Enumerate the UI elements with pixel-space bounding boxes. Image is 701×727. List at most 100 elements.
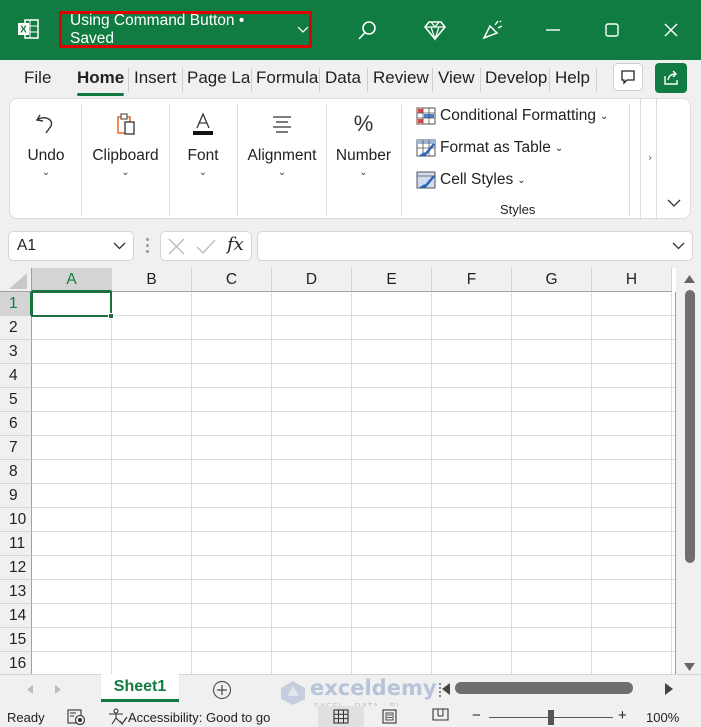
chevron-right-icon[interactable]: › [648,151,652,164]
scroll-down-icon[interactable] [684,663,695,671]
collapse-ribbon-icon[interactable] [667,199,681,208]
zoom-slider-thumb[interactable] [548,710,554,725]
row-header-12[interactable]: 12 [0,556,32,580]
row-gridline [32,507,676,508]
row-header-8[interactable]: 8 [0,460,32,484]
scroll-up-icon[interactable] [684,275,695,283]
share-icon [664,70,678,85]
scroll-right-icon[interactable] [665,683,673,695]
tab-review[interactable]: Review [373,68,429,88]
tab-view[interactable]: View [438,68,475,88]
number-group-button[interactable]: % Number ⌄ [326,99,401,220]
row-header-5[interactable]: 5 [0,388,32,412]
prev-sheet-icon[interactable] [27,685,33,694]
tab-help[interactable]: Help [555,68,590,88]
zoom-out-button[interactable]: − [472,707,481,724]
row-header-14[interactable]: 14 [0,604,32,628]
tab-separator [432,68,433,92]
tab-formulas[interactable]: Formula [256,68,319,88]
chevron-down-icon[interactable] [113,242,126,250]
row-header-7[interactable]: 7 [0,436,32,460]
macro-recorder-icon[interactable] [67,709,86,725]
row-header-1[interactable]: 1 [0,292,32,316]
conditional-formatting-button[interactable]: Conditional Formatting ⌄ [416,107,608,125]
tab-splitter[interactable] [439,683,441,697]
zoom-in-button[interactable]: + [618,707,627,724]
maximize-icon[interactable] [600,18,624,42]
row-header-2[interactable]: 2 [0,316,32,340]
row-header-16[interactable]: 16 [0,652,32,674]
row-gridline [32,411,676,412]
insert-function-button[interactable]: fx [227,234,244,255]
clipboard-group-button[interactable]: Clipboard ⌄ [82,99,169,220]
close-icon[interactable] [659,18,683,42]
row-gridline [32,579,676,580]
cancel-icon[interactable] [168,238,185,255]
zoom-level[interactable]: 100% [646,710,679,725]
row-header-9[interactable]: 9 [0,484,32,508]
minimize-icon[interactable] [541,18,565,42]
chevron-down-icon[interactable] [672,242,685,250]
accessibility-status[interactable]: Accessibility: Good to go [128,710,270,725]
comments-button[interactable] [613,63,643,91]
column-header-h[interactable]: H [592,268,672,292]
active-cell-a1[interactable] [31,291,112,317]
spreadsheet-grid[interactable]: A B C D E F G H 1 2 3 4 5 6 7 8 9 10 11 12 13 14 15 16 [0,268,676,674]
fill-handle[interactable] [108,313,114,319]
accessibility-icon[interactable] [108,708,128,725]
page-layout-view-icon[interactable] [382,709,397,724]
name-box[interactable]: A1 [8,231,134,261]
tab-file[interactable]: File [24,68,51,88]
row-header-13[interactable]: 13 [0,580,32,604]
undo-icon [35,114,53,134]
undo-group-button[interactable]: Undo ⌄ [10,99,82,220]
clipboard-label: Clipboard [92,147,159,164]
column-header-c[interactable]: C [192,268,272,292]
row-header-3[interactable]: 3 [0,340,32,364]
alignment-group-button[interactable]: Alignment ⌄ [237,99,327,220]
tab-separator [596,68,597,92]
row-header-11[interactable]: 11 [0,532,32,556]
row-gridline [32,651,676,652]
tab-separator [182,68,183,92]
column-header-b[interactable]: B [112,268,192,292]
row-header-6[interactable]: 6 [0,412,32,436]
format-as-table-button[interactable]: Format as Table ⌄ [416,139,563,157]
row-header-10[interactable]: 10 [0,508,32,532]
font-group-button[interactable]: Font ⌄ [169,99,237,220]
next-sheet-icon[interactable] [55,685,61,694]
column-header-a[interactable]: A [32,268,112,292]
row-header-4[interactable]: 4 [0,364,32,388]
column-header-d[interactable]: D [272,268,352,292]
formula-input[interactable] [257,231,693,261]
tab-page-layout[interactable]: Page La [187,68,250,88]
tab-home[interactable]: Home [77,68,124,88]
horizontal-scroll-thumb[interactable] [455,682,633,694]
page-break-preview-icon[interactable] [432,708,449,724]
svg-text:X: X [20,25,27,36]
cell-styles-button[interactable]: Cell Styles ⌄ [416,171,526,189]
column-header-f[interactable]: F [432,268,512,292]
chevron-down-icon: ⌄ [41,167,51,178]
celebrate-feedback-icon[interactable] [481,18,505,42]
formula-bar-grip[interactable] [146,238,149,254]
select-all-button[interactable] [0,268,32,292]
cell-styles-label: Cell Styles [440,171,514,188]
tab-insert[interactable]: Insert [134,68,177,88]
search-icon[interactable] [356,18,380,42]
tab-developer[interactable]: Develop [485,68,547,88]
diamond-premium-icon[interactable] [423,18,447,42]
document-title-button[interactable]: Using Command Button • Saved [59,11,312,48]
tab-data[interactable]: Data [325,68,361,88]
enter-check-icon[interactable] [196,238,216,255]
normal-view-button[interactable] [318,706,364,727]
scroll-left-icon[interactable] [442,683,450,695]
row-header-15[interactable]: 15 [0,628,32,652]
vertical-scroll-thumb[interactable] [685,290,695,563]
add-sheet-icon[interactable] [212,680,232,700]
column-header-g[interactable]: G [512,268,592,292]
sheet-tab-sheet1[interactable]: Sheet1 [101,674,179,702]
share-button[interactable] [655,63,687,93]
format-as-table-icon [416,139,436,157]
column-header-e[interactable]: E [352,268,432,292]
